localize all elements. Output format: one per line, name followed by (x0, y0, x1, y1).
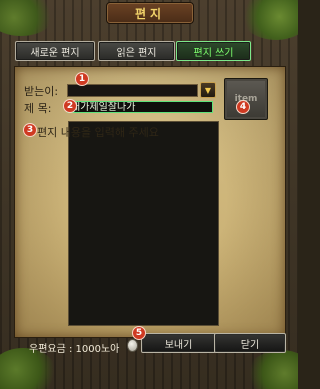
vine-decoration (246, 350, 298, 389)
close-button[interactable]: 닫기 (214, 333, 286, 353)
subject-input[interactable]: 내가제일잘나가 (67, 101, 213, 113)
annotation-marker: 3 (23, 123, 37, 137)
dropdown-arrow-icon: ▼ (204, 85, 212, 95)
vine-decoration (0, 0, 56, 36)
annotation-marker: 4 (236, 100, 250, 114)
vine-decoration (240, 0, 298, 40)
item-attach-slot[interactable]: item (224, 78, 268, 120)
letter-body-input[interactable] (68, 121, 219, 326)
title-bar: 편지 (106, 2, 194, 24)
tab-read-letters[interactable]: 읽은 편지 (98, 41, 175, 61)
recipient-dropdown-button[interactable]: ▼ (200, 82, 216, 98)
annotation-marker: 1 (75, 72, 89, 86)
tab-new-letters[interactable]: 새로운 편지 (15, 41, 95, 61)
annotation-marker: 2 (63, 99, 77, 113)
recipient-label: 받는이: (24, 85, 59, 98)
postage-fee-label: 우편요금 : 1000노아 (29, 344, 120, 355)
coin-icon (127, 339, 138, 352)
mail-window: 편지 새로운 편지 읽은 편지 편지 쓰기 받는이: ▼ 제 목: 내가제일잘나… (0, 0, 298, 389)
send-button[interactable]: 보내기 (141, 333, 216, 353)
annotation-marker: 5 (132, 326, 146, 340)
tab-write-letter[interactable]: 편지 쓰기 (176, 41, 251, 61)
subject-label: 제 목: (24, 102, 52, 115)
letter-body-placeholder: 편지 내용을 입력해 주세요 (37, 126, 159, 139)
recipient-input[interactable] (67, 84, 198, 97)
window-title: 편지 (134, 6, 166, 21)
